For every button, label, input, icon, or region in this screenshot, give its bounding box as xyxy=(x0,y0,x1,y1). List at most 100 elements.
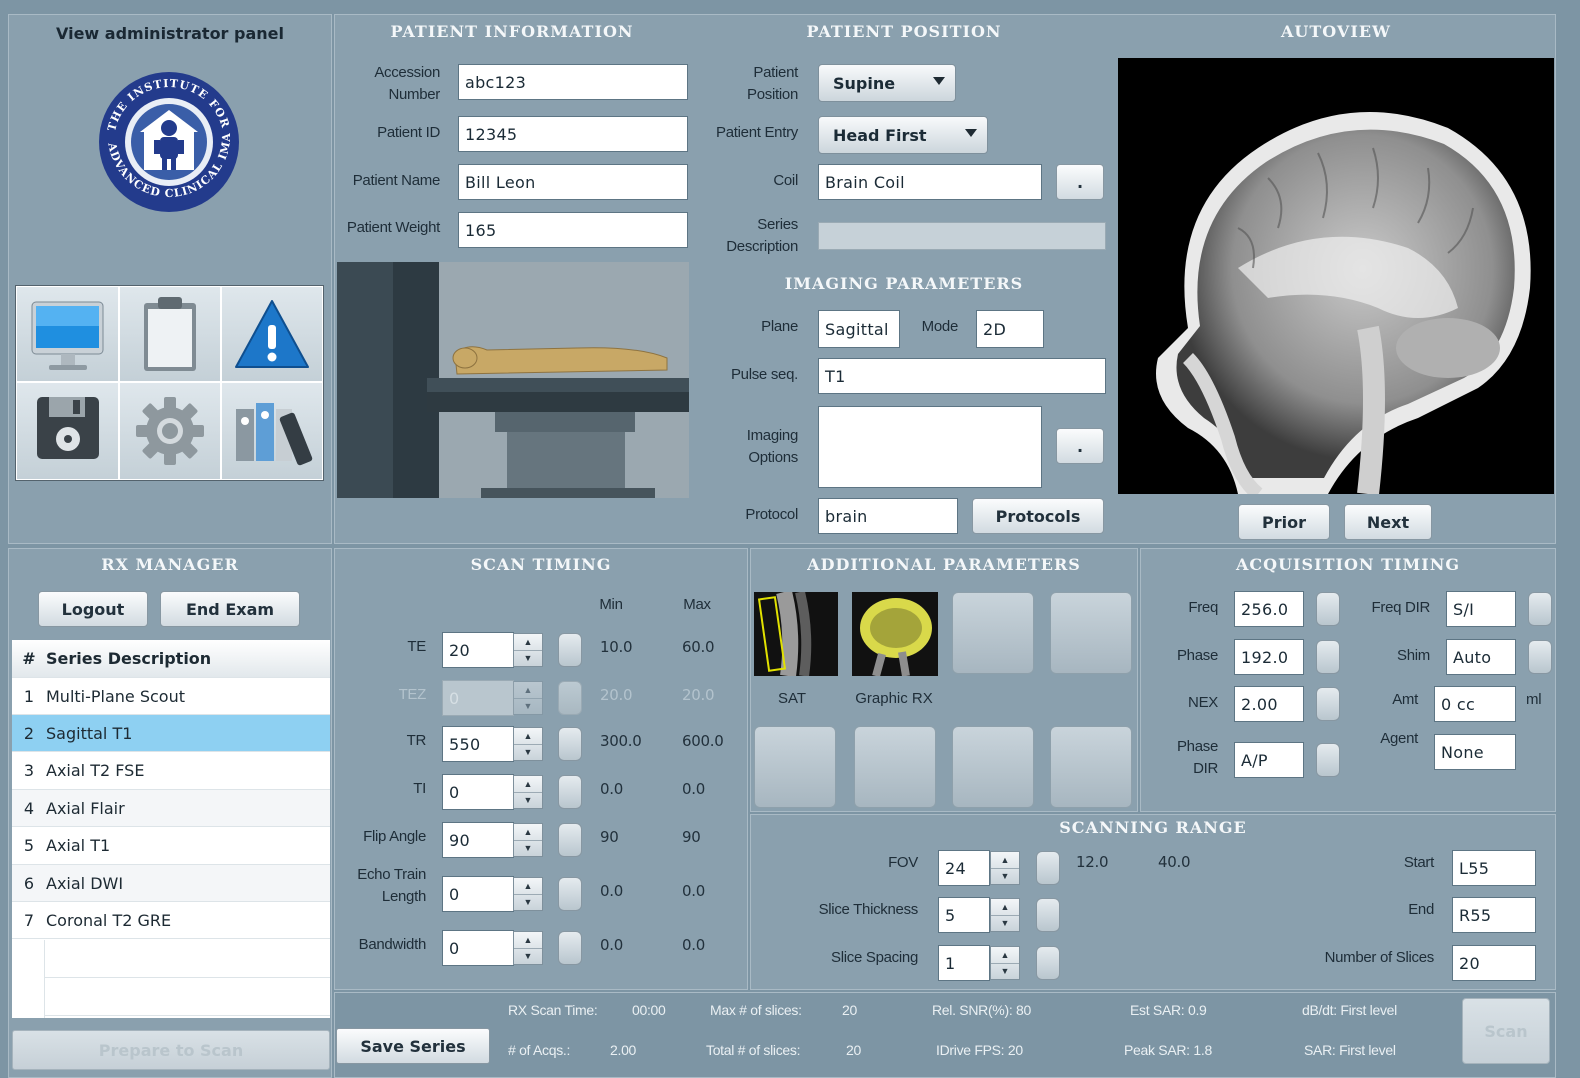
tez-button[interactable] xyxy=(558,681,582,715)
etl-input[interactable]: 0 xyxy=(442,876,514,912)
end-input[interactable]: R55 xyxy=(1452,897,1536,933)
stepper-down-icon[interactable]: ▼ xyxy=(991,868,1019,884)
freq-dir-input[interactable]: S/I xyxy=(1446,591,1516,627)
stepper-down-icon[interactable]: ▼ xyxy=(514,840,542,856)
flip-stepper[interactable]: ▲ ▼ xyxy=(513,823,543,857)
logout-button[interactable]: Logout xyxy=(38,591,148,627)
stepper-up-icon[interactable]: ▲ xyxy=(991,899,1019,916)
imaging-options-input[interactable] xyxy=(818,406,1042,488)
empty-param-slot-4[interactable] xyxy=(854,726,936,808)
series-row[interactable]: 2 Sagittal T1 xyxy=(12,715,330,753)
tr-button[interactable] xyxy=(558,727,582,761)
protocols-button[interactable]: Protocols xyxy=(972,498,1104,534)
slice-spacing-button[interactable] xyxy=(1036,946,1060,980)
coil-browse-button[interactable]: . xyxy=(1056,164,1104,200)
stepper-up-icon[interactable]: ▲ xyxy=(514,682,542,699)
tr-input[interactable]: 550 xyxy=(442,726,514,762)
tr-stepper[interactable]: ▲ ▼ xyxy=(513,727,543,761)
patient-id-input[interactable]: 12345 xyxy=(458,116,688,152)
amt-input[interactable]: 0 cc xyxy=(1434,686,1516,722)
phase-input[interactable]: 192.0 xyxy=(1234,639,1304,675)
fov-stepper[interactable]: ▲ ▼ xyxy=(990,851,1020,885)
prepare-to-scan-button[interactable]: Prepare to Scan xyxy=(12,1030,330,1070)
series-row[interactable]: 6 Axial DWI xyxy=(12,865,330,902)
slice-thickness-button[interactable] xyxy=(1036,898,1060,932)
pulse-seq-input[interactable]: T1 xyxy=(818,358,1106,394)
shim-input[interactable]: Auto xyxy=(1446,639,1516,675)
stepper-up-icon[interactable]: ▲ xyxy=(514,878,542,895)
stepper-up-icon[interactable]: ▲ xyxy=(991,947,1019,964)
protocol-input[interactable]: brain xyxy=(818,498,958,534)
nex-button[interactable] xyxy=(1316,687,1340,721)
freq-button[interactable] xyxy=(1316,592,1340,626)
scan-button[interactable]: Scan xyxy=(1462,998,1550,1064)
etl-stepper[interactable]: ▲ ▼ xyxy=(513,877,543,911)
agent-input[interactable]: None xyxy=(1434,734,1516,770)
freq-input[interactable]: 256.0 xyxy=(1234,591,1304,627)
stepper-down-icon[interactable]: ▼ xyxy=(514,792,542,808)
stepper-down-icon[interactable]: ▼ xyxy=(514,744,542,760)
stepper-up-icon[interactable]: ▲ xyxy=(514,634,542,651)
flip-input[interactable]: 90 xyxy=(442,822,514,858)
flip-button[interactable] xyxy=(558,823,582,857)
series-row[interactable]: 3 Axial T2 FSE xyxy=(12,752,330,790)
stepper-down-icon[interactable]: ▼ xyxy=(991,915,1019,931)
shim-button[interactable] xyxy=(1528,640,1552,674)
save-tile[interactable] xyxy=(17,383,118,479)
next-button[interactable]: Next xyxy=(1344,504,1432,540)
patient-weight-input[interactable]: 165 xyxy=(458,212,688,248)
stepper-down-icon[interactable]: ▼ xyxy=(514,894,542,910)
freq-dir-button[interactable] xyxy=(1528,592,1552,626)
stepper-down-icon[interactable]: ▼ xyxy=(514,948,542,964)
empty-param-slot-6[interactable] xyxy=(1050,726,1132,808)
phase-dir-input[interactable]: A/P xyxy=(1234,742,1304,778)
series-row[interactable]: 1 Multi-Plane Scout xyxy=(12,678,330,715)
fov-button[interactable] xyxy=(1036,851,1060,885)
stepper-down-icon[interactable]: ▼ xyxy=(991,963,1019,979)
te-button[interactable] xyxy=(558,633,582,667)
nex-input[interactable]: 2.00 xyxy=(1234,686,1304,722)
patient-entry-dropdown[interactable]: Head First xyxy=(818,116,988,154)
monitor-tile[interactable] xyxy=(17,287,118,381)
series-row[interactable]: 5 Axial T1 xyxy=(12,827,330,865)
series-description-input[interactable] xyxy=(818,222,1106,250)
stepper-up-icon[interactable]: ▲ xyxy=(514,824,542,841)
te-stepper[interactable]: ▲ ▼ xyxy=(513,633,543,667)
slice-spacing-input[interactable]: 1 xyxy=(938,945,990,981)
stepper-up-icon[interactable]: ▲ xyxy=(991,852,1019,869)
fov-input[interactable]: 24 xyxy=(938,850,990,886)
etl-button[interactable] xyxy=(558,877,582,911)
imaging-options-button[interactable]: . xyxy=(1056,428,1104,464)
slice-thickness-stepper[interactable]: ▲ ▼ xyxy=(990,898,1020,932)
empty-param-slot-2[interactable] xyxy=(1050,592,1132,674)
stepper-up-icon[interactable]: ▲ xyxy=(514,932,542,949)
patient-name-input[interactable]: Bill Leon xyxy=(458,164,688,200)
empty-param-slot-3[interactable] xyxy=(754,726,836,808)
ti-stepper[interactable]: ▲ ▼ xyxy=(513,775,543,809)
ti-button[interactable] xyxy=(558,775,582,809)
bw-stepper[interactable]: ▲ ▼ xyxy=(513,931,543,965)
view-admin-panel-link[interactable]: View administrator panel xyxy=(8,24,332,43)
coil-input[interactable]: Brain Coil xyxy=(818,164,1042,200)
bw-button[interactable] xyxy=(558,931,582,965)
slice-thickness-input[interactable]: 5 xyxy=(938,897,990,933)
clipboard-tile[interactable] xyxy=(120,287,220,381)
empty-param-slot-5[interactable] xyxy=(952,726,1034,808)
series-row[interactable]: 7 Coronal T2 GRE xyxy=(12,902,330,940)
files-tile[interactable] xyxy=(222,383,322,479)
stepper-down-icon[interactable]: ▼ xyxy=(514,650,542,666)
tez-stepper[interactable]: ▲ ▼ xyxy=(513,681,543,715)
series-row[interactable]: 4 Axial Flair xyxy=(12,790,330,828)
slice-spacing-stepper[interactable]: ▲ ▼ xyxy=(990,946,1020,980)
patient-position-dropdown[interactable]: Supine xyxy=(818,64,956,102)
number-of-slices-input[interactable]: 20 xyxy=(1452,945,1536,981)
prior-button[interactable]: Prior xyxy=(1238,504,1330,540)
graphic-rx-thumbnail[interactable] xyxy=(852,592,938,676)
stepper-down-icon[interactable]: ▼ xyxy=(514,698,542,714)
plane-input[interactable]: Sagittal xyxy=(818,310,900,348)
settings-tile[interactable] xyxy=(120,383,220,479)
stepper-up-icon[interactable]: ▲ xyxy=(514,776,542,793)
empty-param-slot-1[interactable] xyxy=(952,592,1034,674)
sat-thumbnail[interactable] xyxy=(754,592,838,676)
accession-number-input[interactable]: abc123 xyxy=(458,64,688,100)
